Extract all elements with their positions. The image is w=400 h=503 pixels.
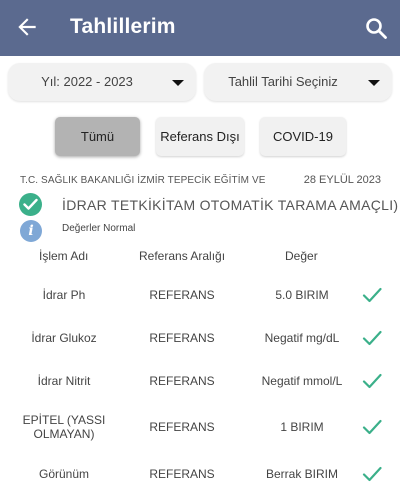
row-range: REFERANS <box>149 288 215 302</box>
check-icon <box>362 287 382 303</box>
check-circle-icon <box>19 193 42 216</box>
row-range: REFERANS <box>149 374 215 388</box>
row-value: 1 BIRIM <box>280 420 324 434</box>
chevron-down-icon <box>368 80 380 86</box>
row-value: 5.0 BIRIM <box>275 288 329 302</box>
filter-chip-out-of-range[interactable]: Referans Dışı <box>156 117 244 156</box>
table-row[interactable]: Görünüm REFERANS Berrak BIRIM <box>0 451 400 495</box>
date-select[interactable]: Tahlil Tarihi Seçiniz <box>204 63 392 101</box>
date-select-value: Tahlil Tarihi Seçiniz <box>228 74 338 89</box>
report-date: 28 EYLÜL 2023 <box>303 174 381 186</box>
row-value: Negatif mg/dL <box>264 331 340 345</box>
year-select[interactable]: Yıl: 2022 - 2023 <box>8 63 196 101</box>
row-name: İdrar Glukoz <box>31 331 97 345</box>
arrow-left-icon[interactable] <box>14 14 40 40</box>
chevron-down-icon <box>172 80 184 86</box>
row-name: İdrar Ph <box>42 288 86 302</box>
status-note: Değerler Normal <box>62 223 136 234</box>
column-header-range: Referans Aralığı <box>139 249 226 263</box>
row-name: EPİTEL (YASSI OLMAYAN) <box>22 413 106 441</box>
year-select-value: Yıl: 2022 - 2023 <box>41 74 133 89</box>
filter-chip-all[interactable]: Tümü <box>55 117 140 156</box>
check-icon <box>362 419 382 435</box>
column-header-name: İşlem Adı <box>39 249 89 263</box>
table-row[interactable]: İdrar Nitrit REFERANS Negatif mmol/L <box>0 358 400 402</box>
page-title: Tahlillerim <box>70 15 176 38</box>
app-bar: Tahlillerim <box>0 0 400 56</box>
table-row[interactable]: İdrar Glukoz REFERANS Negatif mg/dL <box>0 315 400 359</box>
search-icon[interactable] <box>364 16 388 40</box>
check-icon <box>362 466 382 482</box>
row-range: REFERANS <box>149 331 215 345</box>
row-value: Berrak BIRIM <box>265 467 338 481</box>
filter-chip-covid[interactable]: COVID-19 <box>260 117 346 156</box>
row-range: REFERANS <box>149 467 215 481</box>
hospital-name: T.C. SAĞLIK BAKANLIĞI İZMİR TEPECİK EĞİT… <box>20 175 266 186</box>
row-value: Negatif mmol/L <box>261 374 343 388</box>
table-row[interactable]: EPİTEL (YASSI OLMAYAN) REFERANS 1 BIRIM <box>0 404 400 448</box>
test-title[interactable]: İDRAR TETKİKİTAM OTOMATİK TARAMA AMAÇLI) <box>62 197 398 213</box>
row-range: REFERANS <box>149 420 215 434</box>
info-icon: i <box>20 220 42 242</box>
row-name: İdrar Nitrit <box>37 374 91 388</box>
column-header-value: Değer <box>285 249 318 263</box>
row-name: Görünüm <box>38 467 90 481</box>
table-row[interactable]: İdrar Ph REFERANS 5.0 BIRIM <box>0 272 400 316</box>
check-icon <box>362 330 382 346</box>
check-icon <box>362 373 382 389</box>
